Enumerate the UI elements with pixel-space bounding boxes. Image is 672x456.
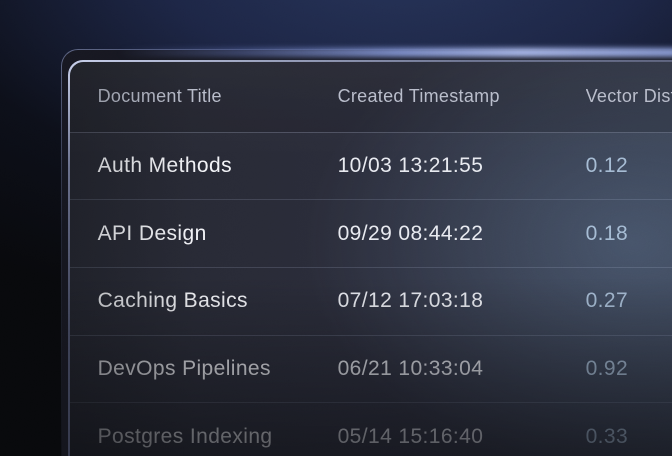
table-body: Auth Methods 10/03 13:21:55 0.12 API Des…: [70, 133, 672, 456]
documents-table-panel: Document Title Created Timestamp Vector …: [68, 60, 672, 456]
distance-cell: 0.18: [586, 222, 672, 246]
table-row[interactable]: API Design 09/29 08:44:22 0.18: [70, 200, 672, 268]
top-glow-streak: [118, 48, 672, 57]
table-row[interactable]: Postgres Indexing 05/14 15:16:40 0.33: [70, 403, 672, 456]
distance-cell: 0.92: [586, 357, 672, 381]
doc-title-cell: Postgres Indexing: [98, 425, 338, 449]
documents-table: Document Title Created Timestamp Vector …: [70, 62, 672, 456]
column-header-document-title: Document Title: [98, 86, 338, 107]
doc-title-cell: DevOps Pipelines: [98, 357, 338, 381]
column-header-vector-distance: Vector Distance: [586, 86, 672, 107]
doc-title-cell: Auth Methods: [98, 154, 338, 178]
table-row[interactable]: DevOps Pipelines 06/21 10:33:04 0.92: [70, 336, 672, 404]
timestamp-cell: 09/29 08:44:22: [338, 222, 586, 246]
distance-cell: 0.33: [586, 425, 672, 449]
table-row[interactable]: Auth Methods 10/03 13:21:55 0.12: [70, 133, 672, 201]
distance-cell: 0.12: [586, 154, 672, 178]
column-header-created-timestamp: Created Timestamp: [338, 86, 586, 107]
timestamp-cell: 10/03 13:21:55: [338, 154, 586, 178]
distance-cell: 0.27: [586, 289, 672, 313]
table-header-row: Document Title Created Timestamp Vector …: [70, 62, 672, 133]
doc-title-cell: API Design: [98, 222, 338, 246]
timestamp-cell: 05/14 15:16:40: [338, 425, 586, 449]
screenshot-stage: Document Title Created Timestamp Vector …: [0, 0, 672, 456]
doc-title-cell: Caching Basics: [98, 289, 338, 313]
table-row[interactable]: Caching Basics 07/12 17:03:18 0.27: [70, 268, 672, 336]
timestamp-cell: 06/21 10:33:04: [338, 357, 586, 381]
timestamp-cell: 07/12 17:03:18: [338, 289, 586, 313]
